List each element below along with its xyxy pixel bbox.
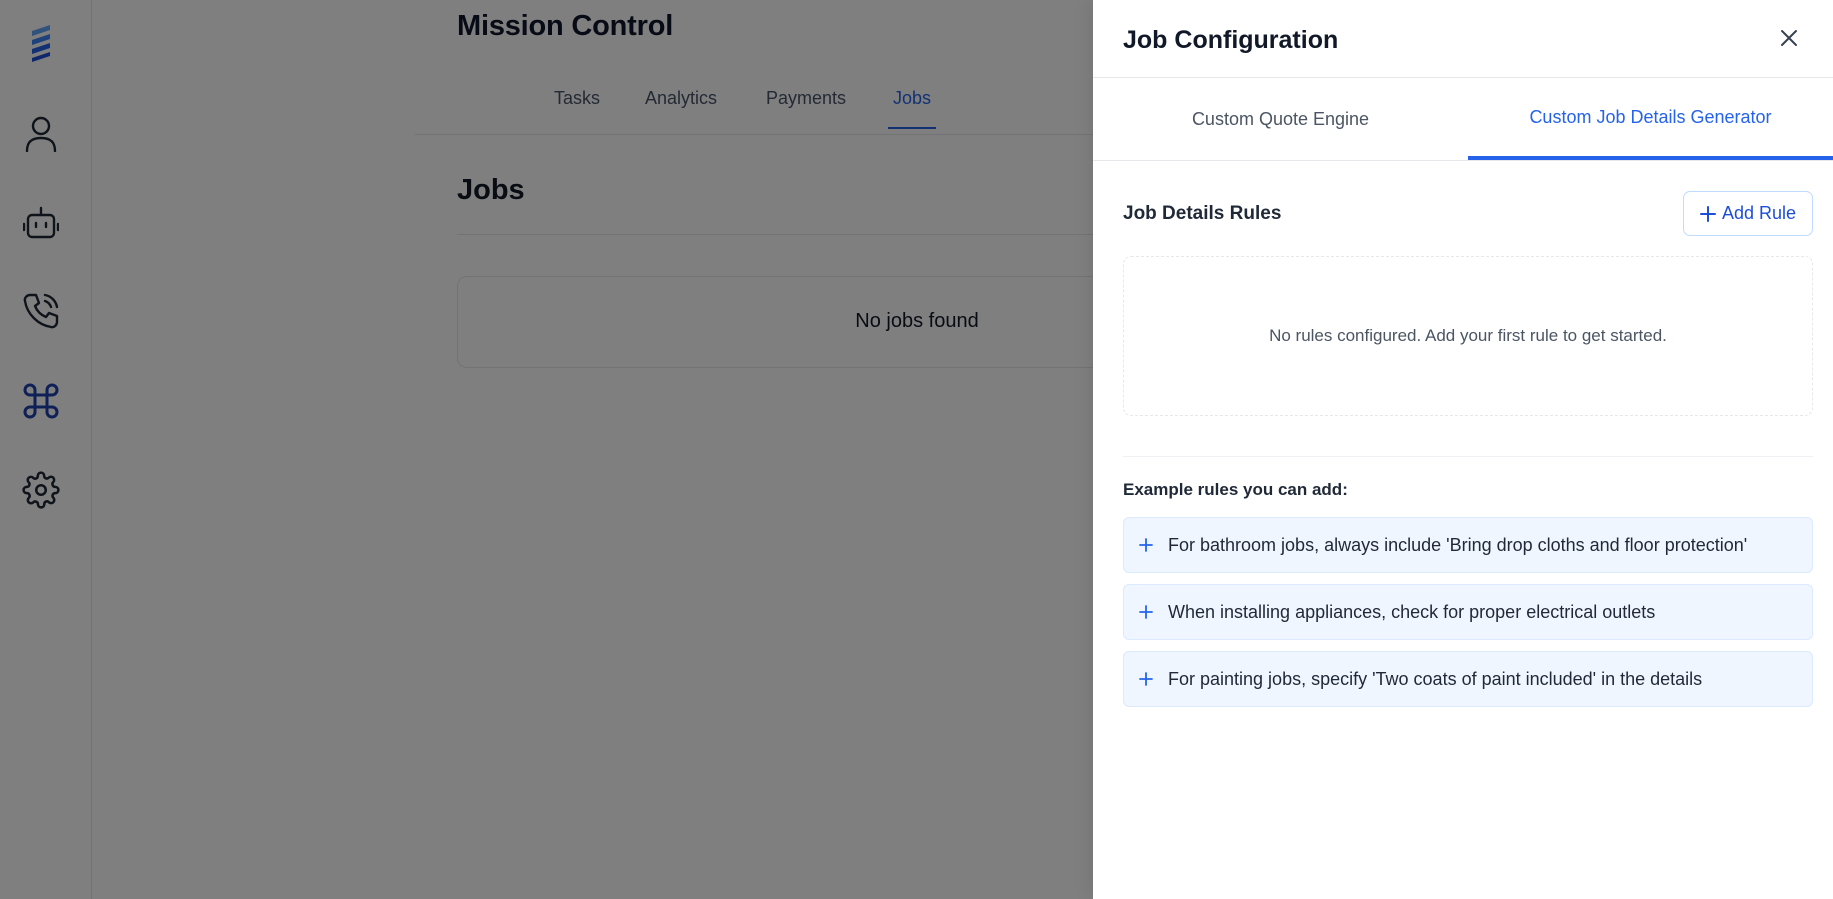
plus-icon <box>1124 605 1168 619</box>
example-rule-text: For painting jobs, specify 'Two coats of… <box>1168 668 1703 689</box>
drawer-header: Job Configuration <box>1093 0 1833 78</box>
drawer-tabs: Custom Quote Engine Custom Job Details G… <box>1093 78 1833 161</box>
example-rule-item[interactable]: When installing appliances, check for pr… <box>1123 584 1813 640</box>
plus-icon <box>1124 538 1168 552</box>
tab-custom-quote-engine[interactable]: Custom Quote Engine <box>1093 78 1468 161</box>
example-rule-item[interactable]: For bathroom jobs, always include 'Bring… <box>1123 517 1813 573</box>
close-icon <box>1781 30 1797 46</box>
plus-icon <box>1124 672 1168 686</box>
add-rule-button[interactable]: Add Rule <box>1683 191 1813 236</box>
examples-heading: Example rules you can add: <box>1123 480 1348 499</box>
tab-custom-job-details-generator[interactable]: Custom Job Details Generator <box>1468 78 1833 160</box>
example-rule-text: For bathroom jobs, always include 'Bring… <box>1168 534 1748 555</box>
job-configuration-drawer: Job Configuration Custom Quote Engine Cu… <box>1093 0 1833 899</box>
drawer-title: Job Configuration <box>1123 26 1339 54</box>
rules-empty-state: No rules configured. Add your first rule… <box>1123 256 1813 416</box>
app-root: Mission Control Tasks Analytics Payments… <box>0 0 1833 899</box>
plus-icon <box>1699 205 1716 222</box>
rules-heading: Job Details Rules <box>1123 203 1282 224</box>
divider <box>1123 456 1813 457</box>
close-button[interactable] <box>1777 26 1801 50</box>
add-rule-label: Add Rule <box>1721 203 1797 223</box>
example-rule-text: When installing appliances, check for pr… <box>1168 601 1656 622</box>
rules-empty-message: No rules configured. Add your first rule… <box>1269 326 1667 345</box>
example-rule-item[interactable]: For painting jobs, specify 'Two coats of… <box>1123 651 1813 707</box>
